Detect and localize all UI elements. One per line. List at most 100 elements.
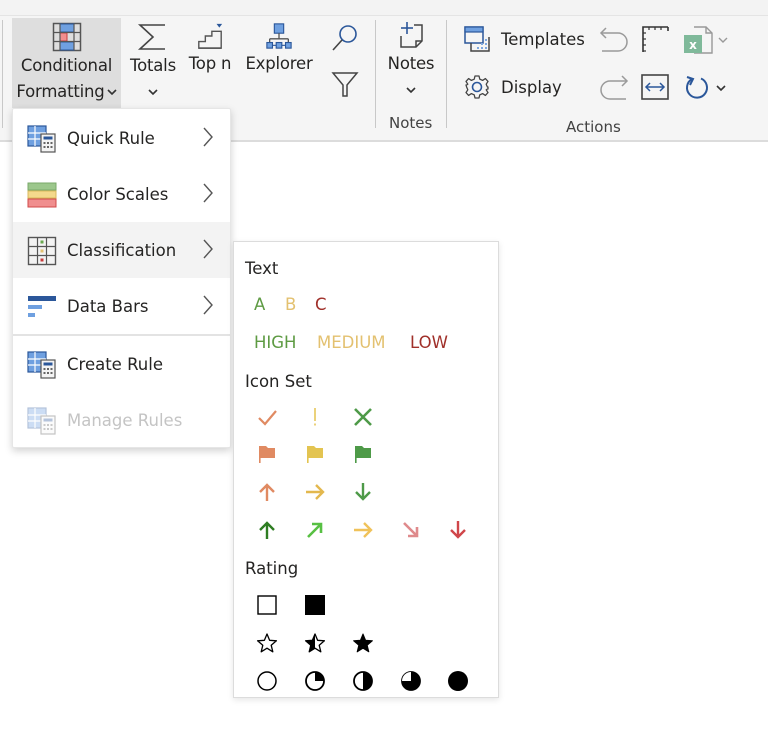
classification-icon <box>27 236 57 266</box>
templates-button[interactable]: Templates <box>463 24 585 54</box>
chevron-right-icon <box>203 127 213 147</box>
icon-set-option[interactable] <box>254 404 280 430</box>
rating-option[interactable] <box>398 668 424 694</box>
icon-set-option[interactable] <box>350 517 376 543</box>
search-button[interactable] <box>330 22 362 54</box>
arrow-down-icon <box>450 521 466 539</box>
conditional-formatting-button[interactable]: Conditional Formatting <box>12 18 121 108</box>
chevron-right-icon <box>203 183 213 203</box>
undo-button[interactable] <box>598 24 630 54</box>
circle-quarter-icon <box>305 671 325 691</box>
text-option-high[interactable]: HIGH <box>254 333 296 352</box>
flag-icon <box>259 446 275 463</box>
gear-icon <box>465 75 489 99</box>
exclamation-icon <box>314 408 316 426</box>
icon-set-option[interactable] <box>254 517 280 543</box>
chevron-down-icon <box>716 85 726 92</box>
chevron-right-icon <box>203 239 213 259</box>
rating-option[interactable] <box>254 668 280 694</box>
text-option-low[interactable]: LOW <box>410 333 448 352</box>
menu-item-classification[interactable]: Classification <box>13 222 230 278</box>
data-bars-icon <box>28 296 56 317</box>
top-n-icon <box>198 23 223 49</box>
arrow-up-icon <box>259 521 275 539</box>
text-option-b[interactable]: B <box>285 295 296 314</box>
top-n-button[interactable]: Top n <box>185 18 235 78</box>
refresh-button[interactable] <box>682 72 730 104</box>
check-icon <box>258 410 277 426</box>
rating-option[interactable] <box>254 592 280 618</box>
circle-full-icon <box>448 671 468 691</box>
chevron-down-icon <box>718 37 728 43</box>
rating-option[interactable] <box>302 668 328 694</box>
arrow-up-icon <box>259 483 275 501</box>
totals-button[interactable]: Totals <box>127 18 179 108</box>
color-scales-icon <box>27 182 57 208</box>
explorer-label: Explorer <box>245 54 313 73</box>
notes-group-label: Notes <box>389 114 433 132</box>
menu-item-quick-rule[interactable]: Quick Rule <box>13 110 230 166</box>
rating-option[interactable] <box>350 668 376 694</box>
redo-button[interactable] <box>598 72 630 102</box>
arrow-right-icon <box>354 522 373 538</box>
rating-option[interactable] <box>254 630 280 656</box>
notes-label: Notes <box>387 54 435 73</box>
filter-icon <box>331 72 359 97</box>
flag-icon <box>307 446 323 463</box>
icon-set-option[interactable] <box>350 479 376 505</box>
rating-option[interactable] <box>302 592 328 618</box>
icon-set-option[interactable] <box>350 441 376 467</box>
display-button[interactable]: Display <box>463 72 562 102</box>
undo-icon <box>599 27 628 52</box>
conditional-formatting-label-line2: Formatting <box>16 82 105 101</box>
icon-set-option[interactable] <box>350 404 376 430</box>
menu-item-label: Manage Rules <box>67 410 183 430</box>
svg-text:x: x <box>689 38 697 52</box>
rating-option[interactable] <box>350 630 376 656</box>
flag-icon <box>355 446 371 463</box>
menu-item-manage-rules[interactable]: Manage Rules <box>13 392 230 448</box>
notes-button[interactable]: Notes <box>384 18 438 108</box>
ribbon-separator <box>2 20 3 128</box>
chevron-down-icon <box>406 87 416 94</box>
explorer-button[interactable]: Explorer <box>242 18 316 78</box>
rating-heading: Rating <box>245 559 299 578</box>
arrow-up-right-icon <box>307 522 323 538</box>
sigma-icon <box>137 24 165 50</box>
icon-set-option[interactable] <box>302 517 328 543</box>
icon-set-option[interactable] <box>254 479 280 505</box>
text-option-a[interactable]: A <box>254 295 265 314</box>
templates-icon <box>464 26 490 52</box>
templates-label: Templates <box>501 29 585 49</box>
rating-option[interactable] <box>302 630 328 656</box>
chevron-down-icon <box>106 89 117 96</box>
icon-set-option[interactable] <box>302 441 328 467</box>
chevron-right-icon <box>203 295 213 315</box>
conditional-formatting-menu: Quick Rule Color Scales Classification D… <box>12 108 231 448</box>
icon-set-option[interactable] <box>302 404 328 430</box>
icon-set-option[interactable] <box>398 517 424 543</box>
cross-icon <box>354 408 372 426</box>
text-option-c[interactable]: C <box>315 295 327 314</box>
circle-half-icon <box>353 671 373 691</box>
ruler-button[interactable] <box>640 24 672 54</box>
text-heading: Text <box>245 259 279 278</box>
menu-item-create-rule[interactable]: Create Rule <box>13 336 230 392</box>
rating-option[interactable] <box>445 668 471 694</box>
icon-set-option[interactable] <box>445 517 471 543</box>
filter-button[interactable] <box>330 68 362 100</box>
icon-set-option[interactable] <box>254 441 280 467</box>
text-option-medium[interactable]: MEDIUM <box>317 333 386 352</box>
menu-item-data-bars[interactable]: Data Bars <box>13 278 230 334</box>
export-excel-button[interactable]: x <box>682 24 730 56</box>
menu-item-color-scales[interactable]: Color Scales <box>13 166 230 222</box>
fit-width-icon <box>641 74 669 100</box>
icon-set-heading: Icon Set <box>245 372 312 391</box>
ribbon-separator <box>375 20 376 128</box>
classification-submenu: Text A B C HIGH MEDIUM LOW Icon Set Rati… <box>233 241 499 698</box>
menu-item-label: Color Scales <box>67 184 169 204</box>
fit-width-button[interactable] <box>640 72 672 102</box>
circle-empty-icon <box>257 671 277 691</box>
menu-item-label: Quick Rule <box>67 128 155 148</box>
icon-set-option[interactable] <box>302 479 328 505</box>
